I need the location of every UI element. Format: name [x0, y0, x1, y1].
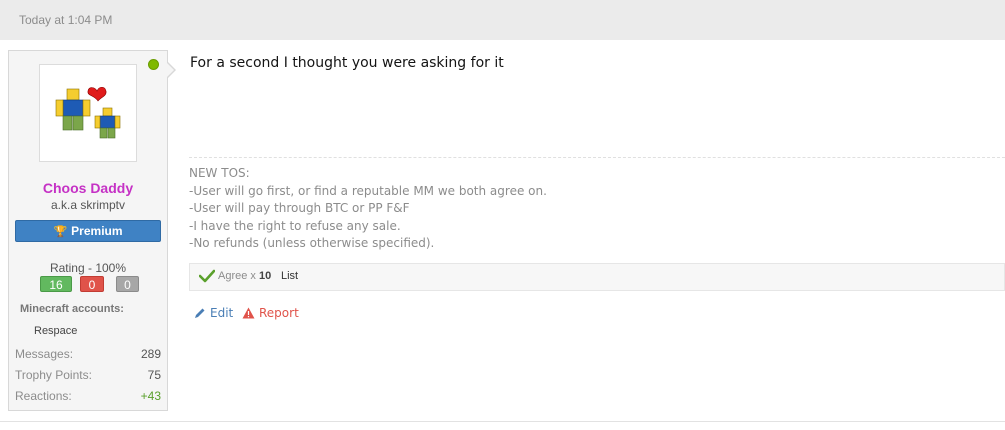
post-bottom-border [0, 421, 1005, 422]
user-title: a.k.a skrimptv [50, 198, 125, 212]
agree-label: Agree [218, 270, 248, 282]
user-info-panel: Choos Daddy a.k.a skrimptv 🏆 Premium Rati… [8, 50, 168, 411]
stat-reactions: Reactions: +43 [15, 389, 161, 405]
rating-badges: 16 0 0 [39, 276, 139, 293]
minecraft-account-name: Respace [34, 325, 78, 337]
stat-value[interactable]: 289 [141, 347, 161, 361]
online-status-icon [148, 59, 159, 70]
agree-count: 10 [258, 270, 272, 282]
stat-messages: Messages: 289 [15, 347, 161, 363]
checkmark-icon [199, 269, 215, 283]
stat-value[interactable]: 75 [148, 368, 161, 382]
rating-positive[interactable]: 16 [40, 276, 72, 292]
warning-icon [242, 307, 255, 319]
post-timestamp[interactable]: Today at 1:04 PM [19, 13, 112, 27]
report-button[interactable]: Report [242, 306, 299, 320]
signature-divider [189, 157, 1005, 158]
report-label: Report [259, 306, 299, 320]
rating-label: Rating - 100% [49, 261, 127, 275]
rating-negative[interactable]: 0 [80, 276, 104, 292]
agree-reaction[interactable]: Agree x 10 [218, 270, 271, 282]
username[interactable]: Choos Daddy [9, 180, 167, 196]
premium-badge[interactable]: 🏆 Premium [15, 220, 161, 242]
avatar[interactable] [39, 64, 137, 162]
signature-line: -No refunds (unless otherwise specified)… [189, 236, 435, 250]
post-message: For a second I thought you were asking f… [190, 55, 504, 71]
stat-label: Reactions: [15, 389, 72, 403]
stat-value: +43 [140, 389, 161, 403]
pencil-icon [195, 308, 205, 318]
signature-line: -User will pay through BTC or PP F&F [189, 201, 410, 215]
post-header-bar: Today at 1:04 PM [0, 0, 1005, 40]
stat-trophy-points: Trophy Points: 75 [15, 368, 161, 384]
stat-label: Trophy Points: [15, 368, 92, 382]
trophy-icon: 🏆 [53, 226, 68, 238]
signature-line: -I have the right to refuse any sale. [189, 218, 401, 233]
edit-label: Edit [210, 306, 234, 320]
reactions-list-link[interactable]: List [281, 270, 298, 282]
signature-line: NEW TOS: [189, 166, 250, 180]
signature-line: -User will go first, or find a reputable… [189, 183, 547, 198]
premium-label: Premium [71, 224, 123, 238]
agree-times: x [250, 270, 256, 282]
roblox-avatar-icon [55, 86, 121, 139]
reactions-bar: Agree x 10 List [189, 263, 1005, 291]
signature: NEW TOS: -User will go first, or find a … [189, 165, 547, 253]
stat-label: Messages: [15, 347, 74, 361]
edit-button[interactable]: Edit [194, 306, 233, 320]
panel-arrow-inner [167, 63, 174, 77]
minecraft-accounts-label: Minecraft accounts: [20, 303, 124, 315]
rating-neutral[interactable]: 0 [116, 276, 139, 292]
